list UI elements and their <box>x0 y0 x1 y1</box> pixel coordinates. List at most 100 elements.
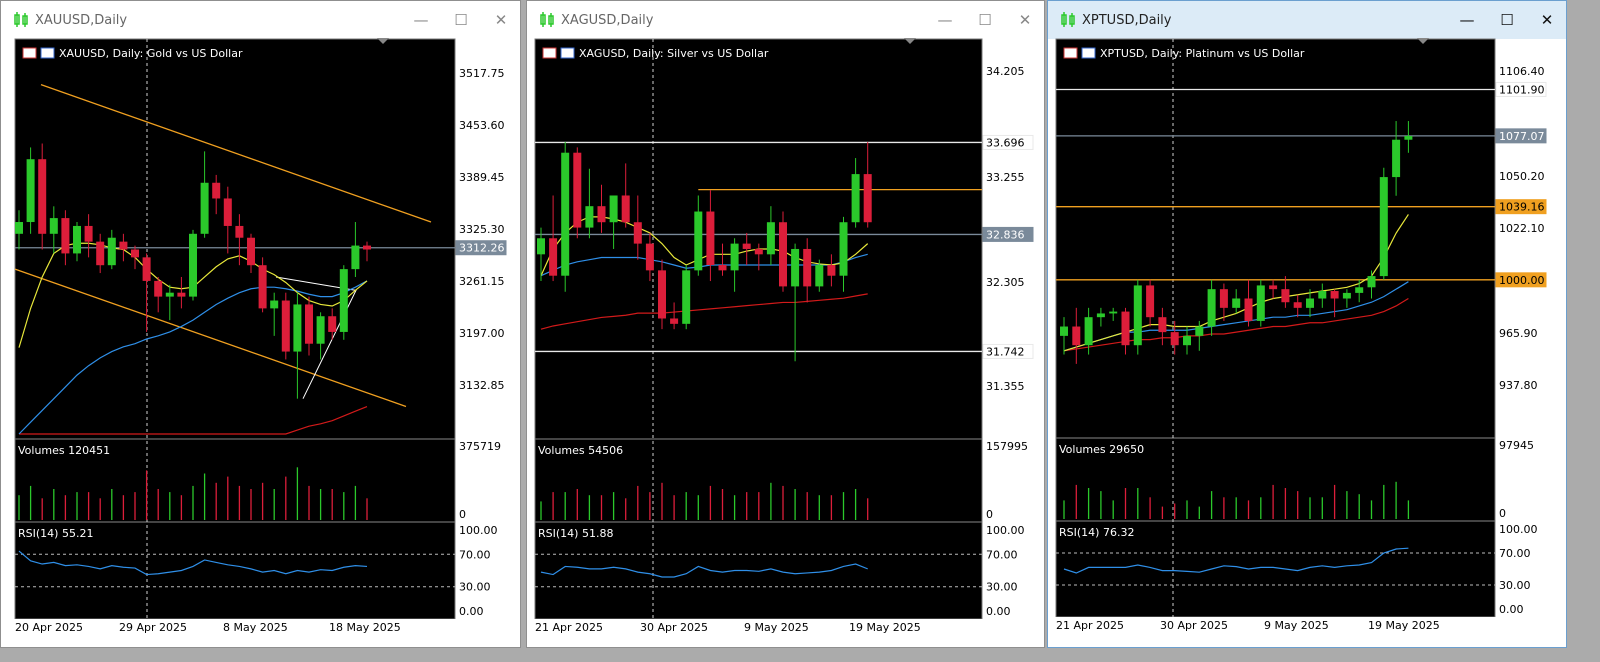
candle-body <box>131 249 139 258</box>
xauusd-chart-window[interactable]: XAUUSD,Daily — ☐ ✕ XAUUSD, Daily: Gold v… <box>0 0 521 648</box>
rsi-level-label: 70.00 <box>986 548 1018 561</box>
candle-body <box>1355 287 1364 293</box>
date-tick-label: 29 Apr 2025 <box>119 621 187 634</box>
xauusd-price-chart[interactable]: XAUUSD, Daily: Gold vs US Dollar 3517.75 3… <box>1 1 521 648</box>
candle-body <box>73 225 81 254</box>
candle-body <box>281 300 290 352</box>
volume-max-label: 97945 <box>1499 439 1534 452</box>
candle-body <box>537 238 545 255</box>
price-tick-label: 32.305 <box>986 276 1025 289</box>
candle-body <box>223 198 232 226</box>
price-tag-label: 1000.00 <box>1499 274 1545 287</box>
candle-body <box>38 159 47 234</box>
xptusd-price-chart[interactable]: XPTUSD, Daily: Platinum vs US Dollar 1106… <box>1048 1 1567 648</box>
candle-body <box>597 206 606 223</box>
candle-body <box>270 300 279 309</box>
candle-body <box>827 265 836 276</box>
date-tick-label: 21 Apr 2025 <box>1056 619 1124 632</box>
candle-body <box>84 225 93 242</box>
candle-body <box>1183 335 1191 346</box>
candle-body <box>96 241 105 266</box>
candle-body <box>670 318 679 324</box>
trade-icon <box>560 47 575 59</box>
price-tick-label: 965.90 <box>1499 327 1538 340</box>
price-tick-label: 1022.10 <box>1499 222 1545 235</box>
candle-body <box>107 237 116 266</box>
candle-body <box>694 211 703 271</box>
candle-body <box>165 292 174 297</box>
candle-body <box>561 152 570 276</box>
xagusd-chart-window[interactable]: XAGUSD,Daily — ☐ ✕ XAGUSD, Daily: Silver… <box>526 0 1045 648</box>
candle-body <box>1084 317 1093 346</box>
price-tick-label: 3325.30 <box>459 223 505 236</box>
candle-body <box>1392 139 1401 178</box>
candle-body <box>142 257 151 281</box>
candle-body <box>61 218 70 254</box>
candle-body <box>351 245 360 270</box>
rsi-level-label: 0.00 <box>986 605 1011 618</box>
candle-body <box>235 225 244 238</box>
candle-body <box>1195 326 1204 336</box>
candle-body <box>177 292 186 297</box>
candle-body <box>154 280 163 297</box>
candle-body <box>1269 285 1278 290</box>
candle-body <box>766 222 775 255</box>
xptusd-chart-window[interactable]: XPTUSD,Daily — ☐ ✕ XPTUSD, Daily: Platin… <box>1047 0 1567 648</box>
rsi-level-label: 0.00 <box>459 605 484 618</box>
candle-body <box>1256 285 1265 321</box>
candle-body <box>839 222 848 276</box>
price-tag-label: 3312.26 <box>459 242 505 255</box>
xagusd-price-chart[interactable]: XAGUSD, Daily: Silver vs US Dollar 34.205… <box>527 1 1045 648</box>
volume-zero-label: 0 <box>459 508 466 521</box>
candle-body <box>1158 317 1167 333</box>
candle-body <box>645 243 654 271</box>
volume-max-label: 157995 <box>986 440 1028 453</box>
rsi-label: RSI(14) 51.88 <box>538 527 613 540</box>
trade-icon <box>40 47 55 59</box>
candle-body <box>658 270 666 319</box>
candle-body <box>742 243 751 249</box>
candle-body <box>1244 298 1253 321</box>
candle-body <box>363 245 371 250</box>
price-tag-label: 1039.16 <box>1499 201 1545 214</box>
date-tick-label: 19 May 2025 <box>849 621 921 634</box>
symbol-icon <box>1063 47 1078 59</box>
candle-body <box>212 182 221 199</box>
volume-label: Volumes 120451 <box>18 444 110 457</box>
candle-body <box>1060 326 1068 336</box>
candle-body <box>1207 289 1216 327</box>
candle-body <box>1232 298 1241 308</box>
candle-body <box>863 174 872 223</box>
candle-body <box>815 265 824 287</box>
date-tick-label: 30 Apr 2025 <box>640 621 708 634</box>
candle-body <box>682 270 691 324</box>
volume-zero-label: 0 <box>1499 507 1506 520</box>
price-tag-label: 1101.90 <box>1499 83 1545 96</box>
rsi-level-label: 100.00 <box>459 524 498 537</box>
candle-body <box>1072 326 1081 346</box>
date-tick-label: 9 May 2025 <box>744 621 809 634</box>
candle-body <box>1170 332 1179 346</box>
price-tick-label: 34.205 <box>986 65 1025 78</box>
rsi-level-label: 100.00 <box>1499 523 1538 536</box>
price-tick-label: 3453.60 <box>459 119 505 132</box>
date-tick-label: 19 May 2025 <box>1368 619 1440 632</box>
candle-body <box>718 265 727 271</box>
candle-body <box>1342 292 1351 299</box>
candle-body <box>1306 298 1314 308</box>
candle-body <box>1367 276 1376 288</box>
candle-body <box>621 195 630 223</box>
price-tag-label: 31.742 <box>986 345 1025 358</box>
candle-body <box>328 316 337 332</box>
candle-body <box>1404 135 1413 140</box>
price-tick-label: 1050.20 <box>1499 170 1545 183</box>
candle-body <box>200 182 209 234</box>
candle-body <box>339 269 348 332</box>
symbol-icon <box>22 47 37 59</box>
price-tick-label: 31.355 <box>986 380 1025 393</box>
price-tick-label: 3132.85 <box>459 379 505 392</box>
candle-body <box>609 195 618 223</box>
price-tick-label: 3389.45 <box>459 171 505 184</box>
rsi-level-label: 100.00 <box>986 524 1025 537</box>
candle-body <box>1109 311 1118 314</box>
